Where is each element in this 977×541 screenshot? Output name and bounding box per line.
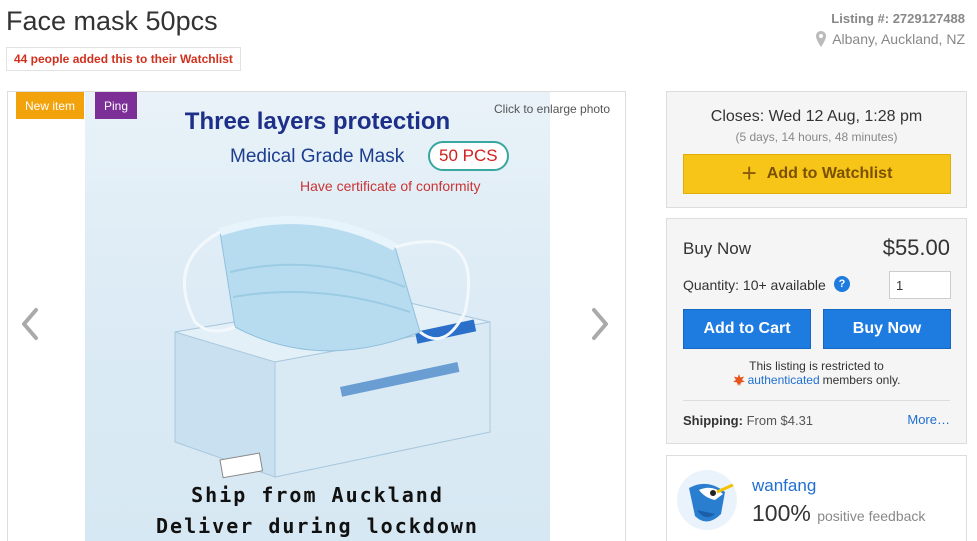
chevron-left-icon[interactable] <box>18 304 42 344</box>
shipping-value: From $4.31 <box>746 413 814 428</box>
restriction-notice: This listing is restricted to <box>749 359 884 373</box>
location-pin-icon <box>816 31 827 47</box>
photo-pill: 50 PCS <box>428 141 509 171</box>
listing-number: Listing #: 2729127488 <box>831 11 965 26</box>
shipping-more-link[interactable]: More… <box>907 412 950 427</box>
closing-panel: Closes: Wed 12 Aug, 1:28 pm (5 days, 14 … <box>666 91 967 208</box>
buy-now-label: Buy Now <box>683 239 752 258</box>
shipping-label: Shipping: <box>683 413 743 428</box>
chevron-right-icon[interactable] <box>588 304 612 344</box>
photo-subline: Medical Grade Mask <box>230 146 405 167</box>
photo-footer-line-2: Deliver during lockdown <box>156 514 479 538</box>
new-item-tag: New item <box>16 92 85 119</box>
enlarge-photo-link[interactable]: Click to enlarge photo <box>494 102 610 116</box>
shipping-info: Shipping: From $4.31 <box>683 413 813 428</box>
feedback-percent: 100% <box>752 500 811 526</box>
authenticated-link[interactable]: authenticated <box>748 373 820 387</box>
product-photo[interactable]: Three layers protection Medical Grade Ma… <box>85 92 550 541</box>
listing-number-label: Listing #: <box>831 11 890 26</box>
location-text: Albany, Auckland, NZ <box>832 31 965 47</box>
seller-name-link[interactable]: wanfang <box>752 476 816 496</box>
seller-panel: wanfang 100% positive feedback <box>666 455 967 541</box>
photo-gallery[interactable]: Three layers protection Medical Grade Ma… <box>7 91 626 541</box>
photo-headline: Three layers protection <box>184 108 451 135</box>
buy-now-button[interactable]: Buy Now <box>823 309 951 349</box>
mask-box-illustration <box>174 216 491 479</box>
restriction-notice-line-2: authenticated members only. <box>667 373 966 387</box>
location: Albany, Auckland, NZ <box>816 31 965 47</box>
closing-time: Closes: Wed 12 Aug, 1:28 pm <box>710 108 923 125</box>
quantity-input[interactable] <box>889 271 951 299</box>
help-icon[interactable]: ? <box>834 276 850 292</box>
divider <box>683 400 950 401</box>
feedback-text: positive feedback <box>817 508 926 524</box>
kiwi-avatar-icon <box>689 482 736 522</box>
seller-avatar[interactable] <box>677 470 737 530</box>
photo-certificate: Have certificate of conformity <box>300 178 481 194</box>
add-to-watchlist-label: Add to Watchlist <box>766 165 893 182</box>
watchlist-count-badge: 44 people added this to their Watchlist <box>6 47 241 71</box>
plus-icon: + <box>741 158 757 188</box>
seller-feedback: 100% positive feedback <box>752 500 925 527</box>
listing-title: Face mask 50pcs <box>6 6 218 36</box>
add-to-watchlist-button[interactable]: + Add to Watchlist <box>683 154 951 194</box>
photo-footer-line-1: Ship from Auckland <box>191 483 444 507</box>
maple-leaf-icon <box>732 374 745 386</box>
buy-now-panel: Buy Now $55.00 Quantity: 10+ available ?… <box>666 218 967 444</box>
time-remaining: (5 days, 14 hours, 48 minutes) <box>735 130 898 144</box>
ping-tag: Ping <box>95 92 138 119</box>
quantity-label: Quantity: 10+ available <box>683 277 826 293</box>
add-to-cart-button[interactable]: Add to Cart <box>683 309 811 349</box>
listing-number-value: 2729127488 <box>892 11 965 26</box>
restriction-tail: members only. <box>822 373 901 387</box>
buy-now-price: $55.00 <box>882 235 950 260</box>
